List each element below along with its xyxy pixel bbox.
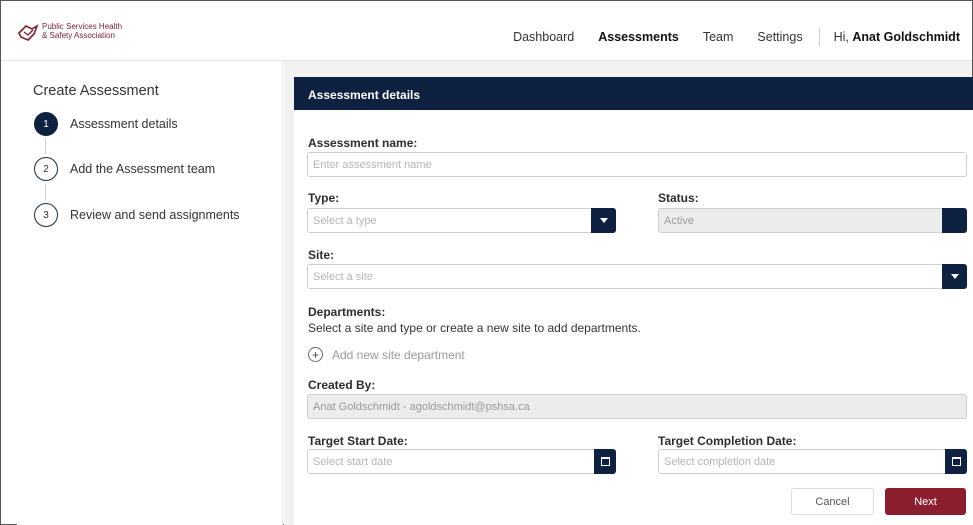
nav-team[interactable]: Team [703,30,734,44]
site-dropdown-button[interactable] [942,264,967,289]
assessment-details-panel: Assessment details Assessment name: Ente… [294,77,973,525]
nav-divider [818,28,820,46]
completion-date-picker-button[interactable] [945,449,967,474]
nav-dashboard[interactable]: Dashboard [513,30,574,44]
calendar-icon [951,457,961,466]
status-value: Active [664,215,694,227]
nav-assessments[interactable]: Assessments [598,30,679,44]
step-label: Add the Assessment team [70,162,216,176]
sidebar-title: Create Assessment [33,83,159,99]
completion-date-label: Target Completion Date: [658,434,797,448]
step-assessment-details[interactable]: 1 Assessment details [34,112,178,136]
step-number: 2 [34,157,58,181]
type-label: Type: [308,191,340,205]
step-label: Review and send assignments [70,208,240,222]
step-connector [45,184,46,201]
assessment-name-input[interactable]: Enter assessment name [307,152,967,177]
start-date-label: Target Start Date: [308,434,408,448]
user-name: Anat Goldschmidt [852,30,960,44]
step-number: 3 [34,203,58,227]
assessment-steps-sidebar: Create Assessment 1 Assessment details 2… [17,61,283,525]
start-date-placeholder: Select start date [313,456,393,468]
plus-circle-icon: + [308,347,323,362]
site-label: Site: [308,248,335,262]
pshsa-logo[interactable]: Public Services Health & Safety Associat… [17,22,122,43]
completion-date-input[interactable]: Select completion date [658,449,967,474]
step-add-team[interactable]: 2 Add the Assessment team [34,157,215,181]
assessment-name-label: Assessment name: [308,136,418,150]
logo-line-2: & Safety Association [42,30,115,40]
type-placeholder: Select a type [313,215,377,227]
completion-date-placeholder: Select completion date [664,456,776,468]
chevron-down-icon [599,218,608,223]
type-dropdown-button[interactable] [591,208,616,233]
next-button[interactable]: Next [885,488,966,515]
logo-icon [18,24,39,41]
assessment-name-placeholder: Enter assessment name [313,159,432,171]
chevron-down-icon [950,274,959,279]
top-bar: Public Services Health & Safety Associat… [1,1,972,61]
step-label: Assessment details [70,117,178,131]
add-department-label: Add new site department [332,347,465,362]
add-site-department-button[interactable]: + Add new site department [308,347,465,362]
created-by-value: Anat Goldschmidt - agoldschmidt@pshsa.ca [313,401,530,413]
step-number: 1 [34,112,58,136]
status-dropdown-button [942,208,967,233]
greeting-prefix: Hi, [833,30,849,44]
site-placeholder: Select a site [313,271,373,283]
start-date-picker-button[interactable] [594,449,616,474]
departments-label: Departments: [308,305,386,319]
step-connector [45,138,46,154]
user-menu[interactable]: Hi, Anat Goldschmidt [834,30,960,44]
status-field: Active [658,208,967,233]
calendar-icon [600,457,610,466]
panel-header: Assessment details [294,77,973,110]
type-select[interactable]: Select a type [307,208,616,233]
cancel-button[interactable]: Cancel [791,488,874,515]
site-select[interactable]: Select a site [307,264,967,289]
nav-settings[interactable]: Settings [757,30,802,44]
main-nav: Dashboard Assessments Team Settings Hi, … [489,28,960,46]
status-label: Status: [658,191,699,205]
created-by-field: Anat Goldschmidt - agoldschmidt@pshsa.ca [307,394,967,419]
step-review-send[interactable]: 3 Review and send assignments [34,203,240,227]
logo-text: Public Services Health & Safety Associat… [42,22,122,40]
start-date-input[interactable]: Select start date [307,449,616,474]
created-by-label: Created By: [308,378,376,392]
departments-hint: Select a site and type or create a new s… [308,321,641,335]
